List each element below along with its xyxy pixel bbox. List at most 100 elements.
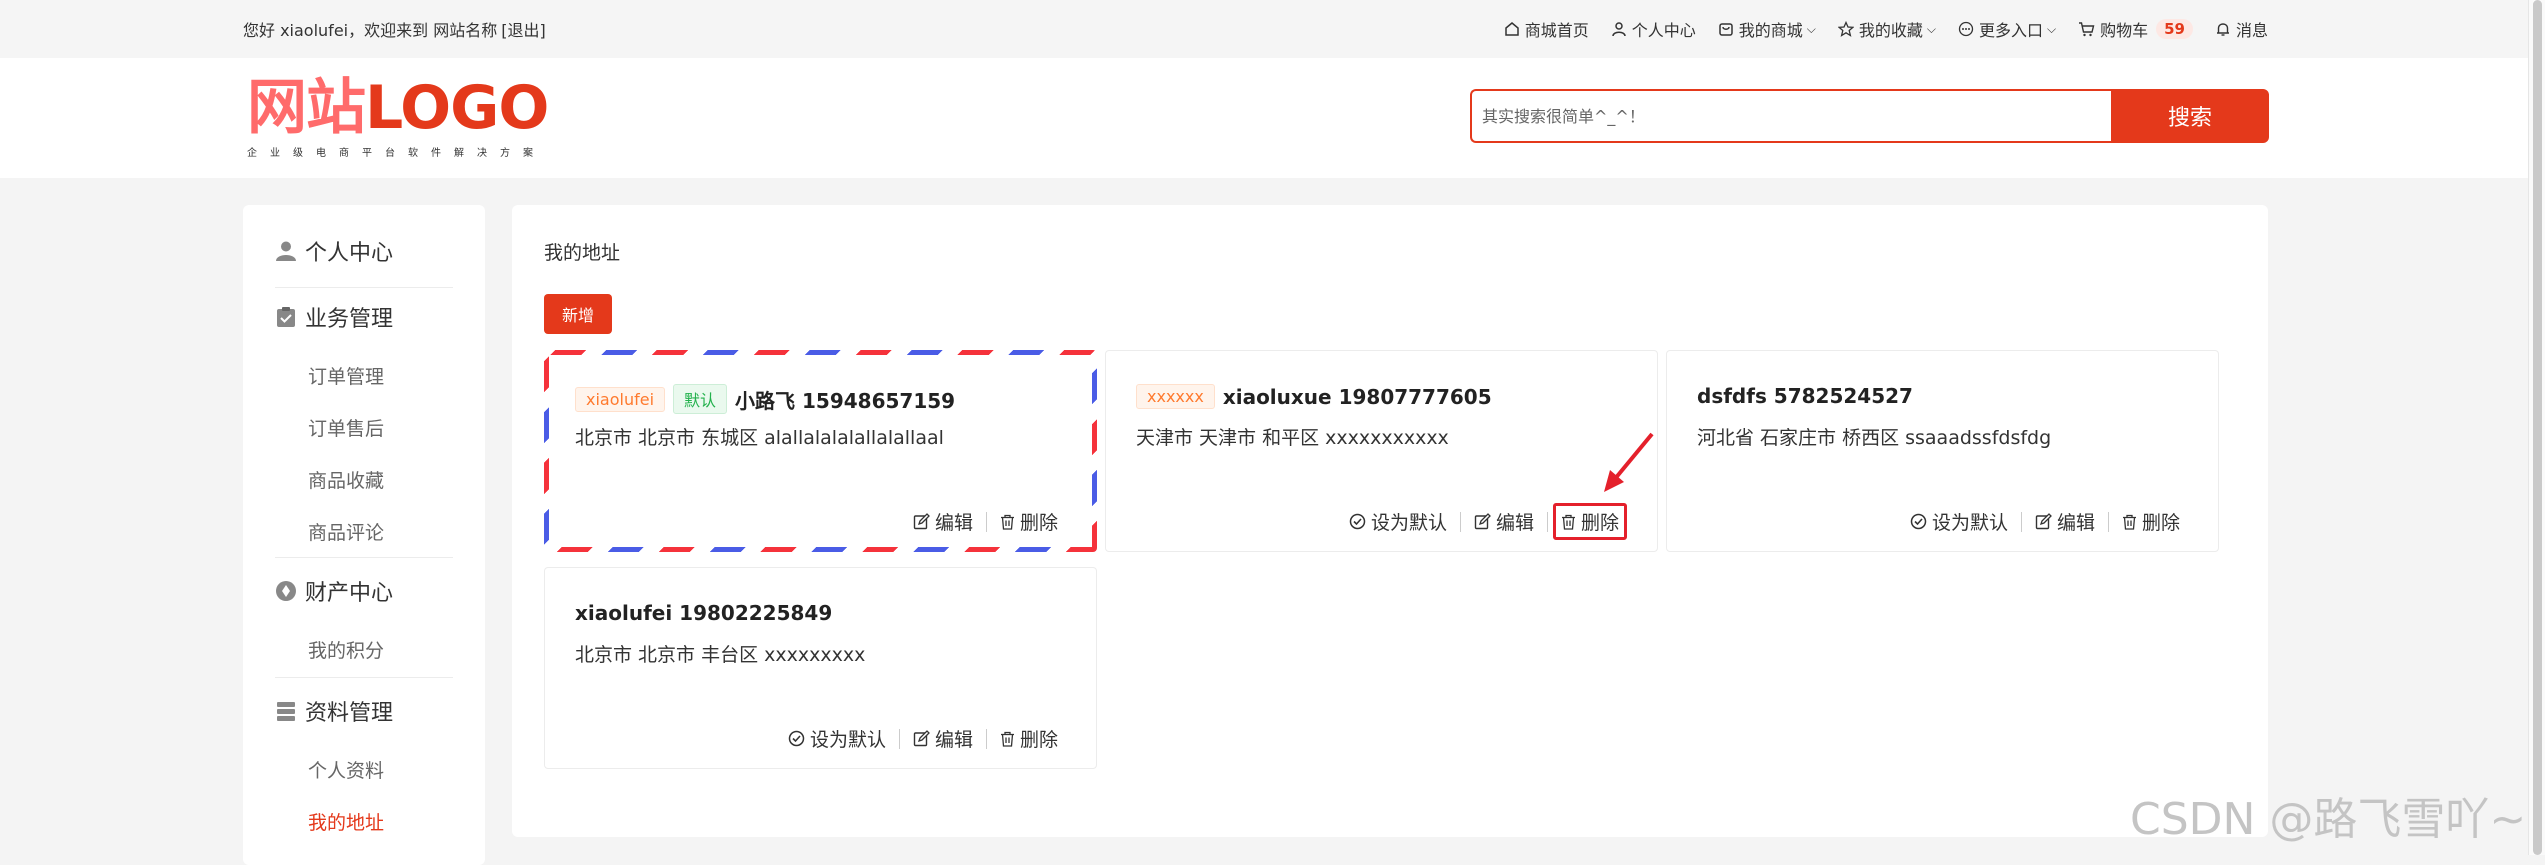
set-default-button[interactable]: 设为默认 [788, 725, 886, 752]
trash-icon [2122, 514, 2136, 530]
user-icon [1611, 22, 1626, 37]
sidebar-group-profile: 资料管理 [275, 695, 451, 727]
nav-user-center[interactable]: 个人中心 [1611, 17, 1696, 41]
sidebar-item-product-reviews[interactable]: 商品评论 [308, 518, 384, 545]
action-separator [2020, 511, 2022, 532]
nav-cart[interactable]: 购物车 59 [2078, 17, 2193, 41]
sidebar-item-points[interactable]: 我的积分 [308, 636, 384, 663]
nav-my-mall[interactable]: 我的商城 ⌵ [1718, 17, 1816, 41]
set-default-label: 设为默认 [1931, 512, 2008, 534]
database-icon [277, 702, 295, 721]
shop-icon [1718, 23, 1733, 36]
address-tag: xiaolufei [575, 386, 666, 412]
nav-favorites-label: 我的收藏 [1858, 21, 1923, 40]
edit-icon [913, 730, 930, 747]
default-badge: 默认 [673, 384, 728, 414]
edit-button[interactable]: 编辑 [2035, 508, 2095, 535]
trash-icon [1000, 514, 1014, 530]
annotation-arrow-icon [1604, 432, 1654, 492]
edit-button[interactable]: 编辑 [913, 725, 973, 752]
set-default-button[interactable]: 设为默认 [1910, 508, 2008, 535]
delete-button[interactable]: 删除 [1552, 503, 1627, 540]
sidebar-item-orders[interactable]: 订单管理 [308, 362, 384, 389]
edit-button[interactable]: 编辑 [913, 508, 973, 535]
clipboard-icon [277, 307, 295, 327]
star-icon [1837, 21, 1854, 37]
delete-button[interactable]: 删除 [2122, 508, 2180, 535]
nav-favorites[interactable]: 我的收藏 ⌵ [1837, 17, 1936, 41]
logo-en: LOGO [365, 73, 549, 143]
search-button[interactable]: 搜索 [2111, 89, 2269, 143]
sidebar-divider [275, 557, 453, 558]
chevron-down-icon: ⌵ [1806, 21, 1816, 36]
edit-label: 编辑 [2056, 512, 2095, 534]
nav-user-center-label: 个人中心 [1631, 21, 1696, 40]
edit-label: 编辑 [1495, 512, 1534, 534]
edit-icon [913, 513, 930, 530]
watermark: CSDN @路飞雪吖~ [2130, 794, 2527, 845]
edit-icon [1474, 513, 1491, 530]
address-name-phone: xiaolufei 19802225849 [575, 601, 833, 625]
sidebar-divider [275, 677, 453, 678]
action-separator [985, 511, 987, 532]
nav-more-label: 更多入口 [1978, 21, 2043, 40]
delete-button[interactable]: 删除 [1000, 508, 1058, 535]
check-circle-icon [788, 730, 805, 747]
address-card[interactable]: dsfdfs 5782524527 河北省 石家庄市 桥西区 ssaaadssf… [1666, 350, 2219, 552]
sidebar-group-title: 业务管理 [305, 307, 394, 332]
check-circle-icon [1910, 513, 1927, 530]
nav-cart-label: 购物车 [2100, 21, 2149, 40]
home-icon [1504, 22, 1519, 36]
logo-cn: 网站 [247, 73, 366, 143]
more-icon [1958, 21, 1974, 37]
delete-label: 删除 [1019, 512, 1058, 534]
nav-more[interactable]: 更多入口 ⌵ [1958, 17, 2056, 41]
address-detail: 天津市 天津市 和平区 xxxxxxxxxxx [1136, 427, 1449, 449]
sidebar-group-title: 个人中心 [305, 241, 394, 266]
address-name-phone: dsfdfs 5782524527 [1697, 384, 1913, 408]
address-card[interactable]: xiaolufei 默认 小路飞 15948657159 北京市 北京市 东城区… [544, 350, 1097, 552]
trash-icon [1000, 731, 1014, 747]
edit-label: 编辑 [934, 729, 973, 751]
top-bar: 您好 xiaolufei，欢迎来到 网站名称 [退出] 商城首页 个人中心 我的商… [0, 0, 2545, 58]
set-default-label: 设为默认 [1370, 512, 1447, 534]
sidebar-item-my-address[interactable]: 我的地址 [308, 808, 384, 835]
address-name-phone: 小路飞 15948657159 [735, 388, 956, 413]
page-title: 我的地址 [544, 242, 621, 264]
action-separator [985, 728, 987, 749]
set-default-button[interactable]: 设为默认 [1349, 508, 1447, 535]
delete-label: 删除 [1580, 512, 1619, 534]
sidebar-item-after-sales[interactable]: 订单售后 [308, 414, 384, 441]
logout-link[interactable]: [退出] [501, 21, 546, 40]
address-detail: 河北省 石家庄市 桥西区 ssaaadssfdsfdg [1697, 427, 2052, 449]
edit-button[interactable]: 编辑 [1474, 508, 1534, 535]
address-tag: xxxxxx [1136, 384, 1215, 409]
edit-icon [2035, 513, 2052, 530]
site-logo[interactable]: 网站LOGO 企业级电商平台软件解决方案 [247, 73, 549, 159]
sidebar: 个人中心 业务管理 订单管理 订单售后 商品收藏 商品评论 财产中心 我的积分 … [243, 205, 485, 865]
sidebar-item-product-favorites[interactable]: 商品收藏 [308, 466, 384, 493]
user-icon [276, 241, 296, 261]
sidebar-group-business: 业务管理 [275, 301, 451, 333]
search-input[interactable] [1470, 89, 2111, 143]
add-address-button[interactable]: 新增 [544, 294, 612, 334]
scrollbar[interactable] [2528, 0, 2545, 855]
sidebar-group-title: 财产中心 [305, 581, 394, 606]
scrollbar-thumb[interactable] [2533, 0, 2542, 855]
address-card[interactable]: xiaolufei 19802225849 北京市 北京市 丰台区 xxxxxx… [544, 567, 1097, 769]
nav-my-mall-label: 我的商城 [1738, 21, 1803, 40]
edit-label: 编辑 [934, 512, 973, 534]
sidebar-group-assets: 财产中心 [275, 575, 451, 607]
sidebar-item-personal-info[interactable]: 个人资料 [308, 756, 384, 783]
nav-home[interactable]: 商城首页 [1504, 17, 1589, 41]
sidebar-group-user-center[interactable]: 个人中心 [275, 235, 451, 267]
site-header: 网站LOGO 企业级电商平台软件解决方案 搜索 [0, 58, 2545, 178]
action-separator [898, 728, 900, 749]
welcome-text: 您好 xiaolufei，欢迎来到 网站名称 [退出] [243, 17, 546, 41]
search-bar: 搜索 [1470, 89, 2269, 143]
delete-button[interactable]: 删除 [1000, 725, 1058, 752]
bell-icon [2216, 23, 2229, 36]
nav-messages[interactable]: 消息 [2215, 17, 2268, 41]
action-separator [1546, 511, 1548, 532]
address-card[interactable]: xxxxxx xiaoluxue 19807777605 天津市 天津市 和平区… [1105, 350, 1658, 552]
